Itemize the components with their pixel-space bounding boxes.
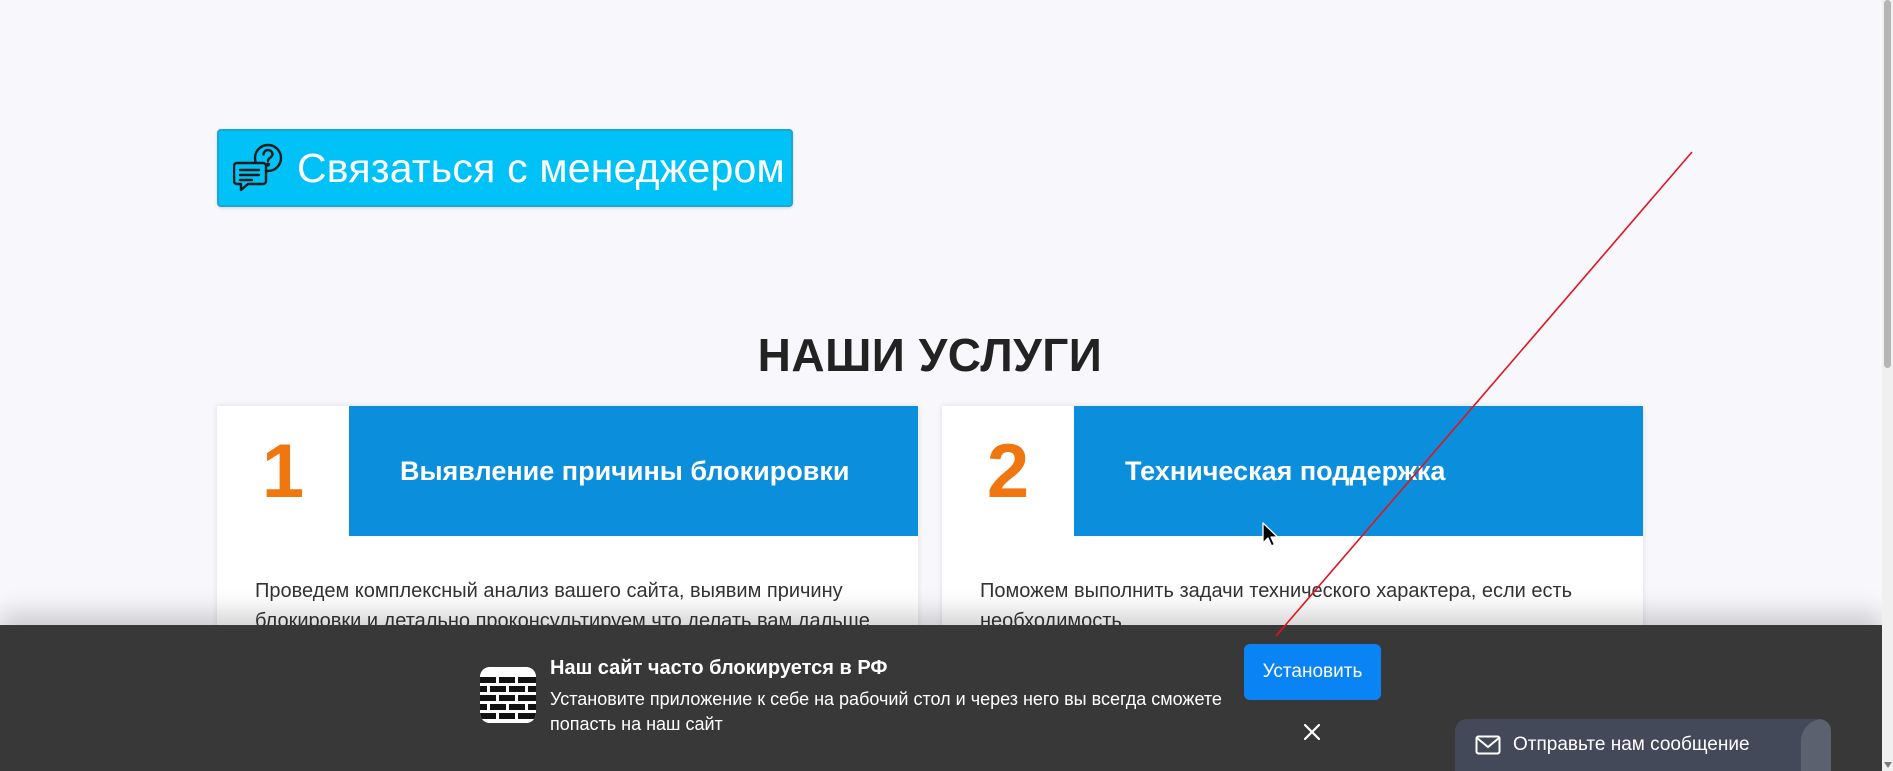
widget-corner [1801, 719, 1831, 771]
mail-icon [1475, 735, 1501, 755]
page: Связаться с менеджером НАШИ УСЛУГИ 1 Выя… [0, 0, 1893, 771]
service-card-title: Техническая поддержка [1125, 455, 1446, 486]
banner-title: Наш сайт часто блокируется в РФ [550, 657, 888, 679]
service-card-number: 1 [261, 428, 305, 514]
service-card: 2 Техническая поддержка Поможем выполнит… [942, 406, 1643, 636]
service-card-title: Выявление причины блокировки [400, 455, 850, 486]
services-title: НАШИ УСЛУГИ [757, 329, 1103, 381]
service-card-header: Выявление причины блокировки [349, 406, 918, 536]
brick-wall-icon [480, 667, 536, 723]
chat-question-icon [233, 141, 287, 195]
send-message-widget[interactable]: Отправьте нам сообщение [1455, 719, 1831, 771]
contact-manager-label: Связаться с менеджером [297, 144, 785, 191]
send-message-label: Отправьте нам сообщение [1513, 734, 1750, 755]
service-card: 1 Выявление причины блокировки Проведем … [217, 406, 918, 636]
scrollbar[interactable] [1882, 0, 1893, 771]
close-icon[interactable] [1299, 719, 1325, 745]
install-button[interactable]: Установить [1244, 644, 1381, 700]
banner-text: Установите приложение к себе на рабочий … [550, 689, 1222, 734]
scroll-down-arrow-icon[interactable] [1884, 762, 1892, 768]
service-card-number: 2 [986, 428, 1030, 514]
contact-manager-button[interactable]: Связаться с менеджером [217, 129, 793, 207]
service-card-header: Техническая поддержка [1074, 406, 1643, 536]
scrollbar-thumb[interactable] [1884, 0, 1891, 368]
